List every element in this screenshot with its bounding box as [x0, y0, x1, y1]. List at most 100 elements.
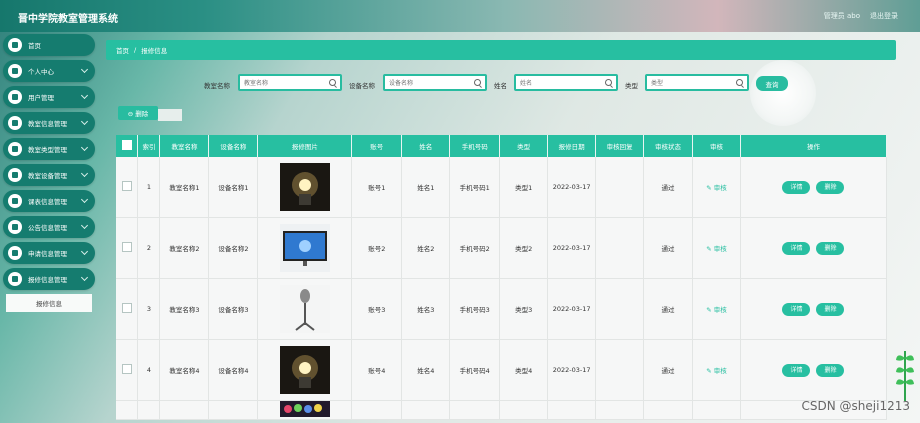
- wrench-icon: [8, 272, 22, 286]
- row-checkbox[interactable]: [121, 181, 132, 191]
- list-icon: [8, 116, 22, 130]
- delete-button[interactable]: 删除: [816, 180, 845, 194]
- cell-index: 2: [137, 217, 161, 279]
- select-all-header[interactable]: [116, 135, 139, 157]
- audit-link[interactable]: ✎ 审核: [706, 245, 727, 253]
- repair-image-screen[interactable]: [279, 224, 330, 272]
- sidebar-item-classroom-type[interactable]: 教室类型管理: [3, 138, 95, 160]
- cell-account: 账号2: [351, 217, 403, 279]
- cell-reply: [595, 278, 645, 340]
- row-checkbox[interactable]: [121, 242, 132, 252]
- name-search-input[interactable]: [516, 76, 602, 91]
- classroom-search-input[interactable]: [240, 76, 326, 91]
- device-search-field[interactable]: [383, 74, 487, 91]
- column-header: 操作: [740, 135, 888, 157]
- classroom-search-field[interactable]: [238, 74, 342, 91]
- detail-button[interactable]: 详情: [782, 180, 811, 194]
- sidebar-item-application[interactable]: 申请信息管理: [3, 242, 95, 264]
- sidebar-item-label: 教室类型管理: [28, 146, 67, 154]
- sidebar-item-label: 报修信息管理: [28, 276, 67, 284]
- chevron-down-icon: [80, 195, 89, 204]
- schedule-icon: [8, 194, 22, 208]
- search-icon: [329, 79, 336, 86]
- cell-status: 通过: [643, 339, 694, 401]
- cell-date: 2022-03-17: [547, 278, 597, 340]
- cell-type: 类型3: [499, 278, 549, 340]
- sidebar-subitem-repair-info[interactable]: 报修信息: [6, 294, 92, 312]
- repair-image-spotlight[interactable]: [279, 163, 330, 211]
- sidebar-item-announcement[interactable]: 公告信息管理: [3, 216, 95, 238]
- cell-name: 姓名1: [401, 157, 451, 218]
- type-search-field[interactable]: [645, 74, 749, 91]
- detail-button[interactable]: 详情: [782, 363, 811, 377]
- repair-image-lights[interactable]: [279, 401, 330, 417]
- sidebar-item-label: 公告信息管理: [28, 224, 67, 232]
- column-header: 设备名称: [208, 135, 259, 157]
- repair-image-microphone[interactable]: [279, 285, 330, 333]
- select-all-checkbox[interactable]: [121, 140, 132, 150]
- chevron-down-icon: [80, 247, 89, 256]
- cell-index: 1: [137, 157, 161, 218]
- delete-button[interactable]: 删除: [816, 241, 845, 255]
- cell-date: 2022-03-17: [547, 339, 597, 401]
- sidebar-item-home[interactable]: 首页: [3, 34, 95, 56]
- cell-status: 通过: [643, 278, 694, 340]
- table-row: 2 教室名称2 设备名称2 账号2 姓名2 手机号码2 类型2 2022-03-…: [116, 217, 888, 279]
- query-button[interactable]: 查询: [756, 76, 788, 91]
- cell-account: 账号1: [351, 157, 403, 218]
- column-header: 类型: [499, 135, 549, 157]
- chevron-down-icon: [80, 65, 89, 74]
- cell-phone: 手机号码2: [449, 217, 501, 279]
- sidebar-item-repair[interactable]: 报修信息管理: [3, 268, 95, 290]
- sidebar-item-classroom-info[interactable]: 教室信息管理: [3, 112, 95, 134]
- cell-device: 设备名称4: [208, 339, 259, 401]
- watermark: CSDN @sheji1213: [801, 399, 910, 413]
- cell-device: 设备名称3: [208, 278, 259, 340]
- detail-button[interactable]: 详情: [782, 302, 811, 316]
- chevron-down-icon: [80, 117, 89, 126]
- row-checkbox[interactable]: [121, 303, 132, 313]
- breadcrumb-home[interactable]: 首页: [116, 45, 129, 55]
- search-icon: [736, 79, 743, 86]
- chevron-down-icon: [80, 221, 89, 230]
- cell-type: 类型1: [499, 157, 549, 218]
- logout-link[interactable]: 退出登录: [870, 11, 898, 21]
- admin-label[interactable]: 管理员 abo: [824, 11, 860, 21]
- audit-link[interactable]: ✎ 审核: [706, 367, 727, 375]
- audit-link[interactable]: ✎ 审核: [706, 306, 727, 314]
- cell-phone: 手机号码3: [449, 278, 501, 340]
- cell-classroom: 教室名称2: [159, 217, 210, 279]
- cell-date: 2022-03-17: [547, 157, 597, 218]
- search-icon: [474, 79, 481, 86]
- repair-image-spotlight[interactable]: [279, 346, 330, 394]
- repair-table: 索引 教室名称 设备名称 报修图片 账号 姓名 手机号码 类型 报修日期 审核回…: [116, 135, 888, 420]
- cell-status: 通过: [643, 157, 694, 218]
- device-icon: [8, 168, 22, 182]
- delete-button[interactable]: 删除: [816, 302, 845, 316]
- column-header: 报修图片: [257, 135, 353, 157]
- cell-type: 类型2: [499, 217, 549, 279]
- cell-name: 姓名4: [401, 339, 451, 401]
- sidebar-item-schedule[interactable]: 课表信息管理: [3, 190, 95, 212]
- classroom-label: 教室名称: [204, 82, 230, 90]
- audit-link[interactable]: ✎ 审核: [706, 184, 727, 192]
- detail-button[interactable]: 详情: [782, 241, 811, 255]
- table-header-row: 索引 教室名称 设备名称 报修图片 账号 姓名 手机号码 类型 报修日期 审核回…: [116, 135, 888, 157]
- column-header: 审核状态: [643, 135, 694, 157]
- cell-device: 设备名称2: [208, 217, 259, 279]
- top-bar: 晋中学院教室管理系统 管理员 abo 退出登录: [0, 0, 920, 32]
- cell-name: 姓名3: [401, 278, 451, 340]
- name-search-field[interactable]: [514, 74, 618, 91]
- column-header: 索引: [137, 135, 161, 157]
- sidebar-item-label: 申请信息管理: [28, 250, 67, 258]
- table-row: 4 教室名称4 设备名称4 账号4 姓名4 手机号码4 类型4 2022-03-…: [116, 339, 888, 401]
- batch-delete-button[interactable]: ⊖ 删除: [118, 106, 182, 121]
- leaf-decoration-icon: [896, 351, 914, 401]
- cell-classroom: 教室名称4: [159, 339, 210, 401]
- sidebar-item-classroom-device[interactable]: 教室设备管理: [3, 164, 95, 186]
- type-search-input[interactable]: [647, 76, 733, 91]
- search-icon: [605, 79, 612, 86]
- device-search-input[interactable]: [385, 76, 471, 91]
- row-checkbox[interactable]: [121, 364, 132, 374]
- delete-button[interactable]: 删除: [816, 363, 845, 377]
